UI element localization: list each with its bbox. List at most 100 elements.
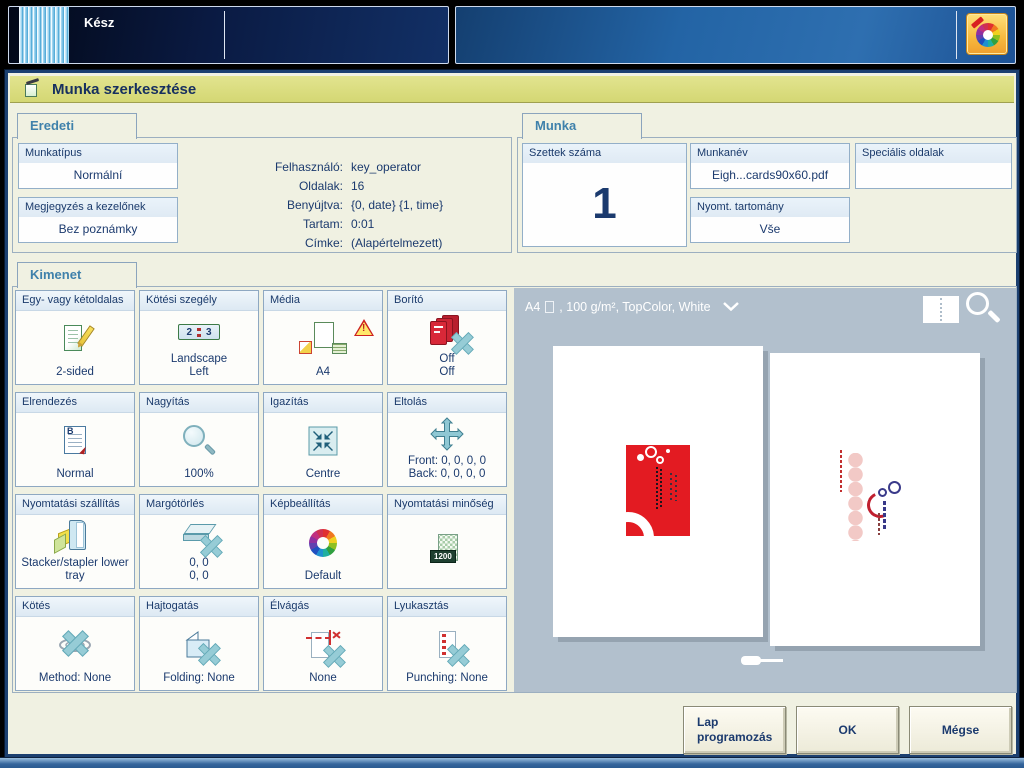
job-name-box[interactable]: Munkanév Eigh...cards90x60.pdf	[690, 143, 850, 189]
tile-label: Margótörlés	[140, 495, 258, 515]
job-info: Felhasználó: key_operator Oldalak: 16 Be…	[235, 160, 443, 250]
tile-duplex[interactable]: Egy- vagy kétoldalas 2-sided	[15, 290, 135, 385]
tab-original[interactable]: Eredeti	[17, 113, 137, 139]
special-pages-box[interactable]: Speciális oldalak	[855, 143, 1012, 189]
print-quality-icon: 1200	[430, 534, 464, 564]
dialog-titlebar: Munka szerkesztése	[10, 76, 1014, 103]
tile-label: Élvágás	[264, 597, 382, 617]
edit-job-icon	[24, 81, 41, 98]
spread-view-icon[interactable]	[923, 296, 959, 323]
output-panel: Kimenet Egy- vagy kétoldalas 2-sided Köt…	[12, 286, 1017, 693]
ok-button[interactable]: OK	[796, 706, 899, 754]
duplex-link-icon	[741, 656, 783, 666]
job-name-label: Munkanév	[691, 144, 849, 163]
preview-zoom-icon[interactable]	[966, 292, 1002, 328]
punching-icon	[432, 631, 462, 659]
color-wheel-icon	[309, 529, 337, 557]
media-icon	[299, 322, 347, 356]
tile-label: Igazítás	[264, 393, 382, 413]
chevron-down-icon	[722, 300, 740, 314]
layout-icon: B	[59, 426, 91, 456]
tile-label: Hajtogatás	[140, 597, 258, 617]
operator-note-box[interactable]: Megjegyzés a kezelőnek Bez poznámky	[18, 197, 178, 243]
tile-value: Default	[264, 570, 382, 588]
tile-alignment[interactable]: Igazítás Centre	[263, 392, 383, 487]
tile-label: Nyomtatási szállítás	[16, 495, 134, 515]
taskbar-strip	[0, 757, 1024, 768]
edge-erase-icon	[181, 522, 217, 550]
tile-edge-erase[interactable]: Margótörlés 0, 00, 0	[139, 494, 259, 589]
print-range-box[interactable]: Nyomt. tartomány Vše	[690, 197, 850, 243]
tile-zoom[interactable]: Nagyítás 100%	[139, 392, 259, 487]
info-label: Címke:	[235, 236, 343, 250]
tile-label: Eltolás	[388, 393, 506, 413]
align-center-icon	[308, 426, 338, 456]
card-artwork-front	[626, 445, 690, 536]
special-pages-label: Speciális oldalak	[856, 144, 1011, 163]
tile-covers[interactable]: Borító OffOff	[387, 290, 507, 385]
job-name-value: Eigh...cards90x60.pdf	[691, 163, 849, 188]
tile-label: Lyukasztás	[388, 597, 506, 617]
page-thumbnail-front	[553, 346, 763, 637]
page-thumbnail-back	[770, 353, 980, 646]
tile-output-delivery[interactable]: Nyomtatási szállítás Stacker/stapler low…	[15, 494, 135, 589]
tile-value: Folding: None	[140, 672, 258, 690]
operator-note-value: Bez poznámky	[19, 217, 177, 242]
dialog-title: Munka szerkesztése	[52, 81, 196, 98]
tile-value: 2-sided	[16, 366, 134, 384]
tile-folding[interactable]: Hajtogatás Folding: None	[139, 596, 259, 691]
tab-job-label: Munka	[535, 118, 576, 133]
tile-layout[interactable]: Elrendezés B Normal	[15, 392, 135, 487]
edit-job-dialog: Munka szerkesztése Eredeti Munkatípus No…	[5, 70, 1019, 757]
operator-note-label: Megjegyzés a kezelőnek	[19, 198, 177, 217]
job-type-box[interactable]: Munkatípus Normální	[18, 143, 178, 189]
printer-status: Kész	[84, 15, 114, 30]
tile-value: Stacker/stapler lower tray	[16, 557, 134, 588]
tab-output[interactable]: Kimenet	[17, 262, 137, 288]
tile-value: None	[264, 672, 382, 690]
info-value: {0, date} {1, time}	[351, 198, 443, 212]
special-pages-value	[856, 163, 1011, 188]
page-icon	[545, 301, 554, 313]
tile-stitching[interactable]: Kötés Method: None	[15, 596, 135, 691]
print-range-label: Nyomt. tartomány	[691, 198, 849, 217]
warning-icon: !	[354, 319, 374, 336]
tab-job[interactable]: Munka	[522, 113, 642, 139]
color-settings-button[interactable]	[966, 13, 1008, 55]
info-label: Oldalak:	[235, 179, 343, 193]
tile-value: LandscapeLeft	[140, 353, 258, 384]
tile-image-shift[interactable]: Eltolás Front: 0, 0, 0, 0Back: 0, 0, 0, …	[387, 392, 507, 487]
binding-edge-icon: 23	[178, 324, 220, 340]
tile-value: Front: 0, 0, 0, 0Back: 0, 0, 0, 0	[388, 455, 506, 486]
tab-original-label: Eredeti	[30, 118, 74, 133]
tile-media[interactable]: Média ! A4	[263, 290, 383, 385]
cancel-button[interactable]: Mégse	[909, 706, 1012, 754]
tile-image-settings[interactable]: Képbeállítás Default	[263, 494, 383, 589]
tile-label: Képbeállítás	[264, 495, 382, 515]
media-summary-dropdown[interactable]: A4 , 100 g/m², TopColor, White	[525, 300, 740, 314]
media-paper: A4	[525, 300, 540, 314]
topbar-divider	[956, 11, 957, 59]
output-tray-icon	[57, 520, 93, 552]
tile-binding-edge[interactable]: Kötési szegély 23 LandscapeLeft	[139, 290, 259, 385]
tile-trimming[interactable]: Élvágás None	[263, 596, 383, 691]
tile-punching[interactable]: Lyukasztás Punching: None	[387, 596, 507, 691]
tile-print-quality[interactable]: Nyomtatási minőség 1200	[387, 494, 507, 589]
info-label: Tartam:	[235, 217, 343, 231]
tile-label: Kötési szegély	[140, 291, 258, 311]
set-count-box[interactable]: Szettek száma 1	[522, 143, 687, 247]
trimming-icon	[306, 630, 340, 660]
status-panel: Kész	[8, 6, 449, 64]
tile-value: Method: None	[16, 672, 134, 690]
topbar-right-panel	[455, 6, 1016, 64]
tile-label: Borító	[388, 291, 506, 311]
job-panel: Munka Szettek száma 1 Munkanév Eigh...ca…	[517, 137, 1017, 253]
tile-label: Nagyítás	[140, 393, 258, 413]
job-preview: A4 , 100 g/m², TopColor, White	[514, 288, 1016, 692]
info-label: Benyújtva:	[235, 198, 343, 212]
page-programming-button[interactable]: Lap programozás	[683, 706, 786, 754]
info-value: 0:01	[351, 217, 443, 231]
tile-value: 0, 00, 0	[140, 557, 258, 588]
screen: Kész Munka szerkesztése Eredeti Munkatíp…	[0, 0, 1024, 768]
tile-label: Nyomtatási minőség	[388, 495, 506, 515]
